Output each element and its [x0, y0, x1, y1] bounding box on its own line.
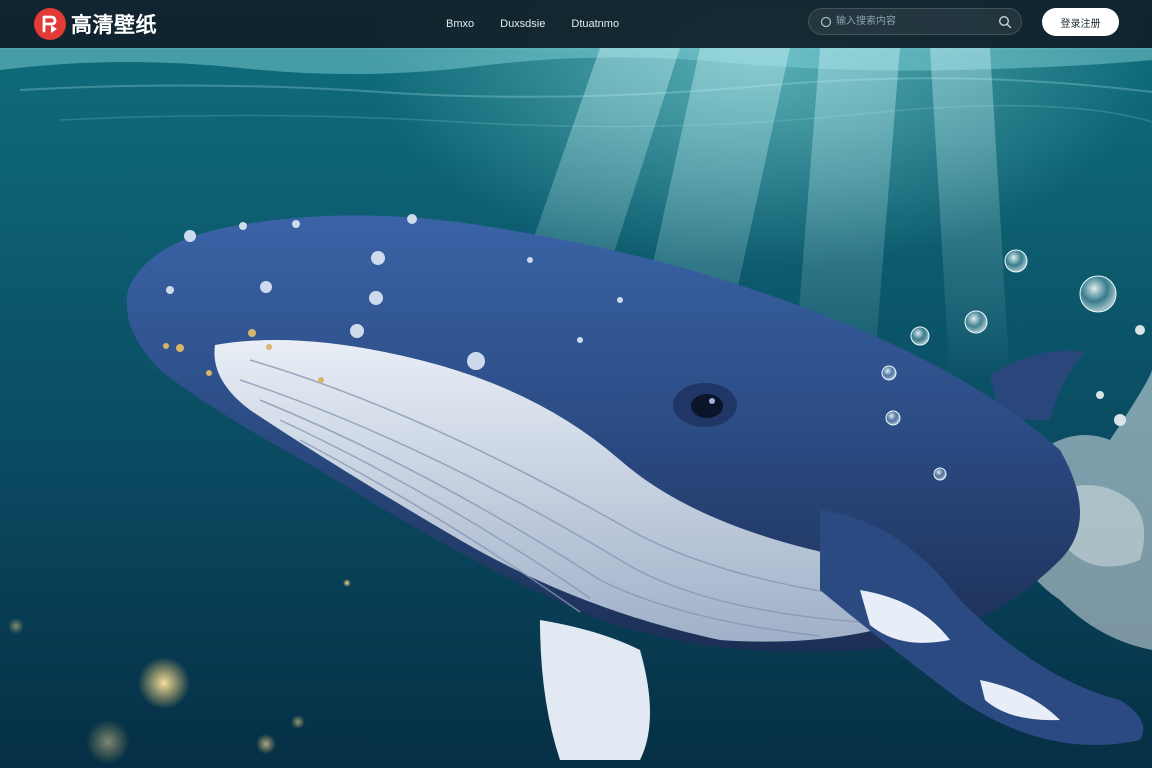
brand-name: 高清壁纸	[71, 13, 157, 37]
hero-background	[0, 0, 1152, 768]
page: 高清壁纸 Bmxo Duxsdsie Dtuatnmo 登录注册	[0, 0, 1152, 768]
brand-logo-icon	[34, 8, 66, 40]
main-nav: Bmxo Duxsdsie Dtuatnmo	[446, 0, 645, 48]
brand[interactable]: 高清壁纸	[34, 0, 157, 48]
nav-item-3[interactable]: Dtuatnmo	[571, 18, 619, 30]
login-register-button[interactable]: 登录注册	[1042, 8, 1119, 36]
nav-item-2[interactable]: Duxsdsie	[500, 18, 545, 30]
search-icon	[820, 16, 832, 28]
search-button-icon[interactable]	[998, 15, 1012, 29]
search-bar	[808, 8, 1022, 35]
top-navbar: 高清壁纸 Bmxo Duxsdsie Dtuatnmo 登录注册	[0, 0, 1152, 48]
search-input[interactable]	[832, 9, 998, 34]
hero-illustration	[0, 48, 1152, 764]
nav-item-1[interactable]: Bmxo	[446, 18, 474, 30]
bokeh-lights	[8, 579, 351, 764]
